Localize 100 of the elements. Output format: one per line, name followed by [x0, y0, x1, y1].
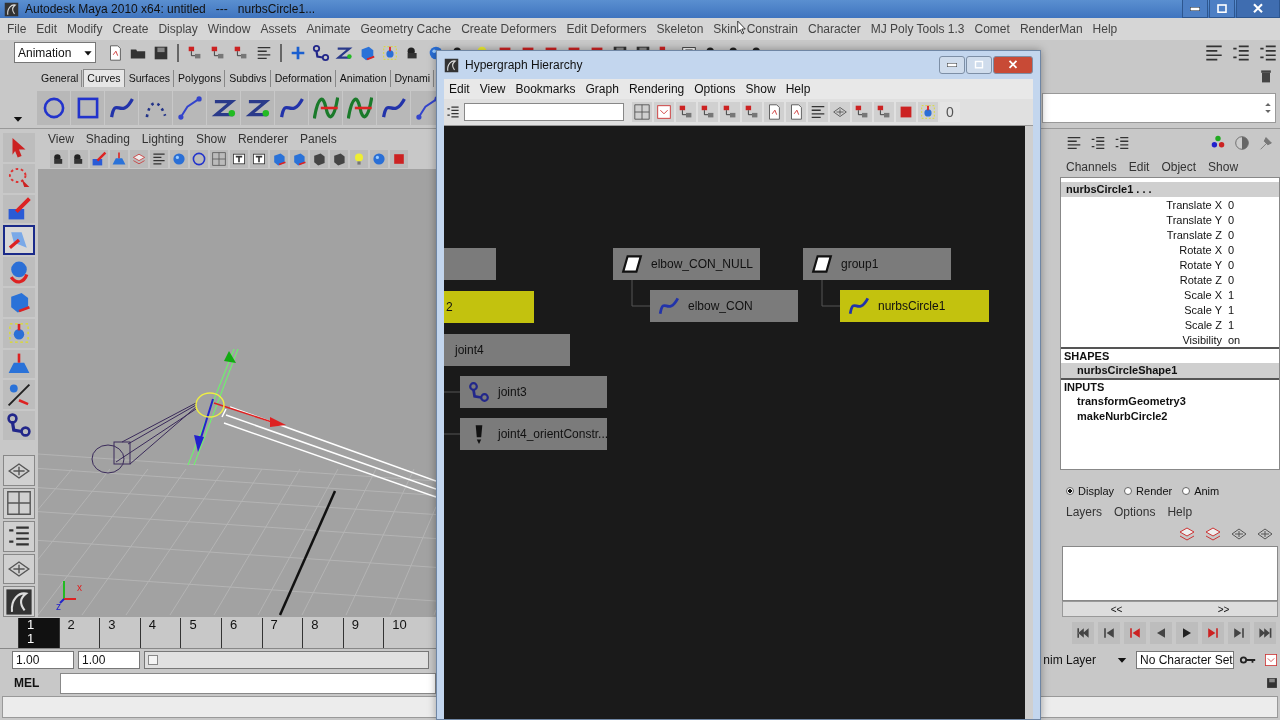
menu-item[interactable]: Assets: [255, 22, 302, 36]
menu-item[interactable]: Animate: [301, 22, 356, 36]
axis-label: z: [56, 601, 61, 612]
window-title: Hypergraph Hierarchy: [465, 58, 583, 72]
graph-node[interactable]: 2: [444, 291, 534, 323]
frame-number: 5: [189, 617, 198, 632]
current-frame: 1: [27, 631, 59, 646]
attribute-value[interactable]: on: [1222, 333, 1241, 346]
menu-item[interactable]: Show: [740, 82, 781, 96]
menu-item[interactable]: Show: [189, 132, 232, 146]
menu-item[interactable]: Layers: [1060, 505, 1109, 519]
menu-item[interactable]: Lighting: [135, 132, 190, 146]
shape-node[interactable]: nurbsCircleShape1: [1061, 363, 1279, 378]
frame-number: 9: [351, 617, 360, 632]
graph-node[interactable]: elbow_CON_NULL: [613, 248, 760, 280]
menu-item[interactable]: Create: [107, 22, 154, 36]
frame-number: 2: [67, 617, 76, 632]
attribute-value[interactable]: 0: [1222, 228, 1235, 241]
frame-number: 10: [392, 617, 408, 632]
menu-item[interactable]: Display: [153, 22, 203, 36]
menu-set-dropdown[interactable]: Animation: [14, 42, 96, 63]
menu-item[interactable]: Constrain: [741, 22, 803, 36]
attribute-name[interactable]: Scale Y: [1061, 303, 1222, 316]
radio-button[interactable]: Render: [1124, 485, 1173, 497]
radio-button[interactable]: Display: [1066, 485, 1115, 497]
viewport-panel[interactable]: x z: [38, 169, 436, 617]
attribute-value[interactable]: 1: [1222, 318, 1235, 331]
menu-item[interactable]: Help: [1087, 22, 1123, 36]
attribute-name[interactable]: Rotate Z: [1061, 273, 1222, 286]
frame-number: 7: [270, 617, 279, 632]
graph-node[interactable]: joint4_orientConstr...: [460, 418, 607, 450]
attribute-value[interactable]: 1: [1222, 288, 1235, 301]
menu-item[interactable]: Geometry Cache: [355, 22, 457, 36]
menu-item[interactable]: Shading: [79, 132, 136, 146]
attribute-name[interactable]: Rotate Y: [1061, 258, 1222, 271]
graph-node[interactable]: group1: [803, 248, 951, 280]
graph-node[interactable]: elbow_CON: [650, 290, 798, 322]
menu-item[interactable]: Show: [1202, 160, 1245, 174]
menu-item[interactable]: Edit: [31, 22, 63, 36]
attribute-name[interactable]: Translate Z: [1061, 228, 1222, 241]
menu-item[interactable]: View: [42, 132, 80, 146]
anim-layer-label: nim Layer: [1043, 653, 1096, 667]
menu-item[interactable]: Window: [202, 22, 256, 36]
frame-number: 8: [311, 617, 320, 632]
graph-node[interactable]: joint4: [444, 334, 570, 366]
menu-item[interactable]: Panels: [293, 132, 343, 146]
graph-node[interactable]: joint3: [460, 376, 607, 408]
attribute-name[interactable]: Translate Y: [1061, 213, 1222, 226]
menu-item[interactable]: Rendering: [623, 82, 690, 96]
attribute-name[interactable]: Translate X: [1061, 198, 1222, 211]
menu-item[interactable]: Graph: [580, 82, 624, 96]
menu-item[interactable]: Options: [689, 82, 741, 96]
menu-item[interactable]: Skeleton: [651, 22, 709, 36]
attribute-value[interactable]: 0: [1222, 273, 1235, 286]
menu-item[interactable]: Comet: [969, 22, 1015, 36]
menu-item[interactable]: Bookmarks: [510, 82, 581, 96]
object-name[interactable]: nurbsCircle1 . . .: [1061, 182, 1279, 197]
menu-item[interactable]: Edit Deformers: [561, 22, 652, 36]
frame-number: 6: [229, 617, 239, 632]
attribute-name[interactable]: Scale X: [1061, 288, 1222, 301]
menu-item[interactable]: Object: [1155, 160, 1203, 174]
menu-item[interactable]: Create Deformers: [456, 22, 562, 36]
menu-item[interactable]: Options: [1108, 505, 1162, 519]
radio-button[interactable]: Anim: [1182, 485, 1220, 497]
shelf-tab[interactable]: Curves: [83, 69, 125, 87]
time-slider[interactable]: 1 1 2 3 4 5 6 7 8 9 10: [0, 617, 436, 649]
frame-number: 1: [27, 617, 36, 632]
start-time-field[interactable]: 1.00: [12, 651, 74, 669]
menu-item[interactable]: Edit: [1122, 160, 1156, 174]
menu-item[interactable]: Modify: [62, 22, 108, 36]
graph-node[interactable]: nurbsCircle1: [840, 290, 989, 322]
attribute-name[interactable]: Visibility: [1061, 333, 1222, 346]
menu-item[interactable]: MJ Poly Tools 1.3: [865, 22, 970, 36]
attribute-name[interactable]: Scale Z: [1061, 318, 1222, 331]
counter-button[interactable]: 0: [940, 102, 960, 122]
scroll-button[interactable]: >>: [1170, 602, 1277, 616]
menu-item[interactable]: Edit: [444, 82, 475, 96]
scroll-button[interactable]: <<: [1063, 602, 1170, 616]
section-header: INPUTS: [1061, 378, 1279, 394]
attribute-value[interactable]: 0: [1222, 198, 1235, 211]
attribute-value[interactable]: 0: [1222, 213, 1235, 226]
character-set-field[interactable]: No Character Set: [1136, 651, 1234, 669]
input-node[interactable]: makeNurbCircle2: [1061, 409, 1279, 424]
axis-label: x: [77, 582, 82, 593]
menu-item[interactable]: Help: [780, 82, 816, 96]
menu-item[interactable]: RenderMan: [1014, 22, 1088, 36]
frame-number: 3: [108, 617, 117, 632]
menu-item[interactable]: Channels: [1060, 160, 1123, 174]
input-node[interactable]: transformGeometry3: [1061, 394, 1279, 409]
menu-item[interactable]: Help: [1161, 505, 1199, 519]
attribute-name[interactable]: Rotate X: [1061, 243, 1222, 256]
attribute-value[interactable]: 0: [1222, 258, 1235, 271]
menu-item[interactable]: View: [474, 82, 511, 96]
frame-number: 4: [148, 617, 157, 632]
menu-item[interactable]: Character: [803, 22, 866, 36]
attribute-value[interactable]: 1: [1222, 303, 1235, 316]
menu-item[interactable]: File: [2, 22, 32, 36]
attribute-value[interactable]: 0: [1222, 243, 1235, 256]
menu-item[interactable]: Renderer: [231, 132, 294, 146]
current-time-field[interactable]: 1.00: [78, 651, 140, 669]
